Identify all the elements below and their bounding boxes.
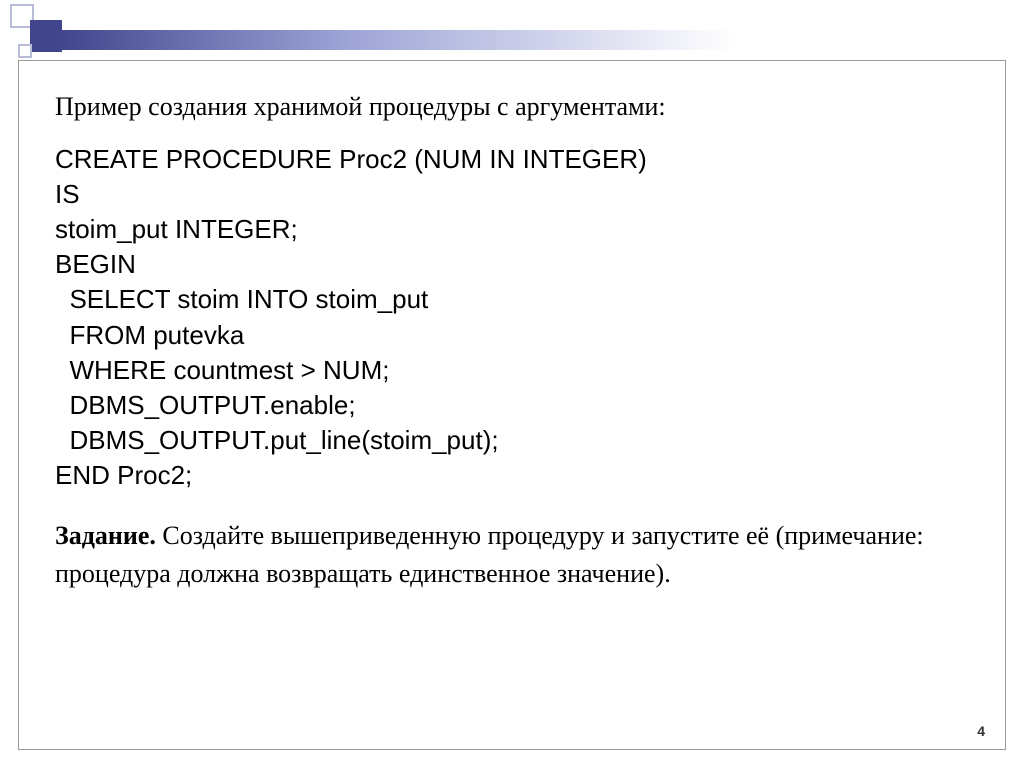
page-number: 4 [977,723,985,739]
task-label: Задание. [55,521,156,550]
slide: Пример создания хранимой процедуры с арг… [0,0,1024,768]
content-frame: Пример создания хранимой процедуры с арг… [18,60,1006,750]
task-paragraph: Задание. Создайте вышеприведенную процед… [55,517,969,592]
task-text: Создайте вышеприведенную процедуру и зап… [55,521,924,588]
header-decoration [0,0,1024,60]
sql-code-block: CREATE PROCEDURE Proc2 (NUM IN INTEGER) … [55,142,969,493]
gradient-bar [58,30,1024,50]
deco-square-small [18,44,32,58]
example-heading: Пример создания хранимой процедуры с арг… [55,89,969,124]
